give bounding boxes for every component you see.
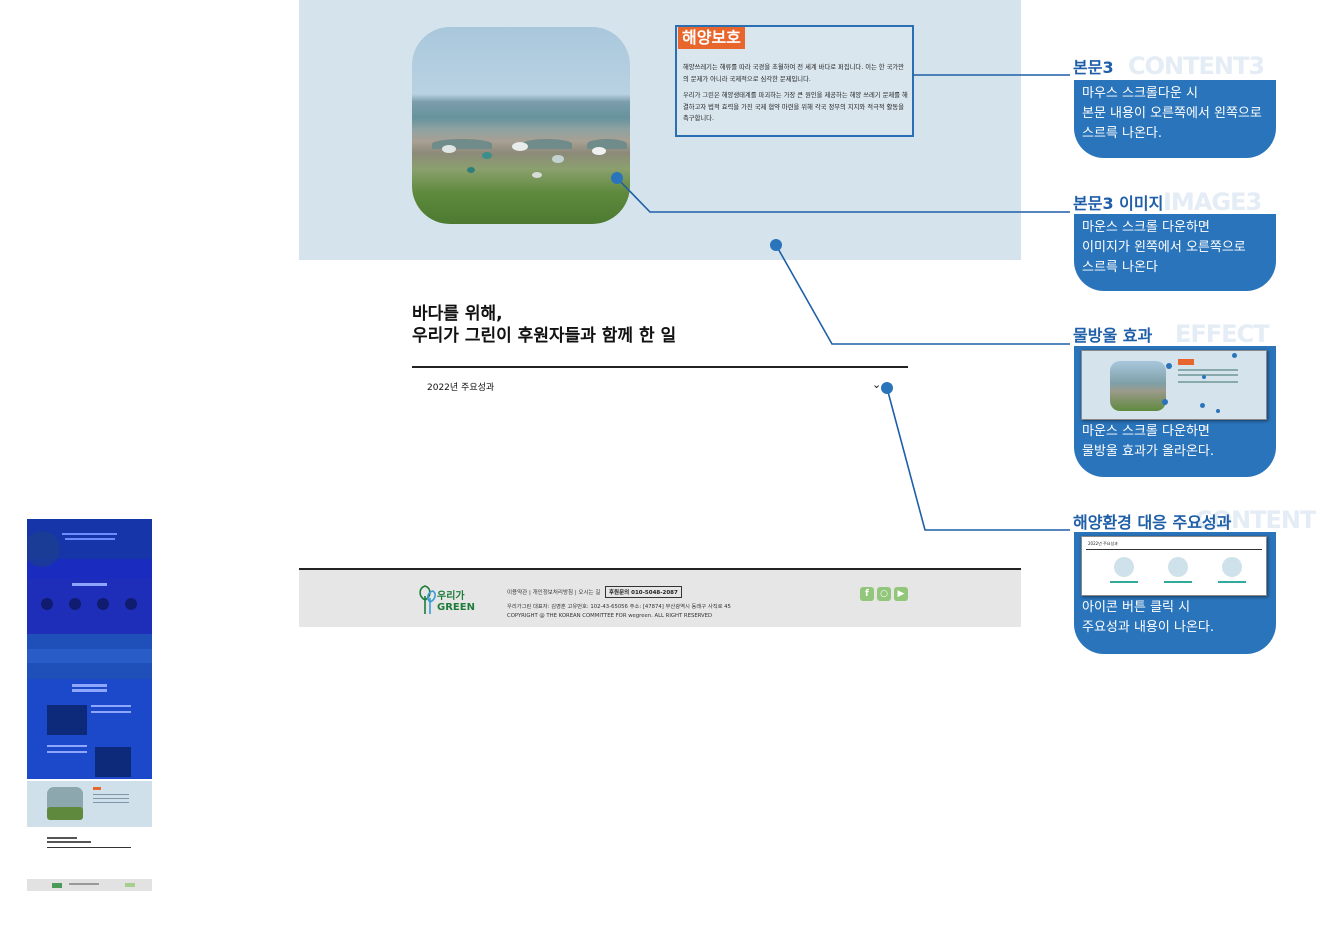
- annotation-desc: 물방울 효과가 올라온다.: [1082, 444, 1214, 459]
- annotation-desc: 스르륵 나온다.: [1082, 126, 1163, 141]
- annotation-desc: 본문 내용이 오른쪽에서 왼쪽으로: [1082, 106, 1262, 121]
- achievements-preview-label: 2022년 주요성과: [1088, 541, 1118, 546]
- annotation-desc: 마운스 스크롤 다운하면: [1082, 424, 1210, 439]
- annotation-bubble: 마우스 스크롤다운 시 본문 내용이 오른쪽에서 왼쪽으로 스르륵 나온다.: [1074, 80, 1276, 158]
- annotation-dot: [881, 382, 893, 394]
- annotation-desc: 아이콘 버튼 클릭 시: [1082, 600, 1191, 615]
- annotation-title: 물방울 효과: [1073, 326, 1153, 345]
- annotation-desc: 주요성과 내용이 나온다.: [1082, 620, 1214, 635]
- annotation-desc: 마운스 스크롤 다운하면: [1082, 220, 1210, 235]
- annotation-ghost-text: EFFECT: [1175, 320, 1270, 348]
- annotation-title: 본문3 이미지: [1073, 194, 1164, 213]
- annotation-title: 해양환경 대응 주요성과: [1073, 513, 1232, 532]
- achievements-preview: 2022년 주요성과: [1081, 536, 1267, 596]
- effect-preview: [1081, 350, 1267, 420]
- annotation-ghost-text: IMAGE3: [1163, 188, 1262, 216]
- full-page-thumbnail: [27, 519, 152, 891]
- annotation-dot: [611, 172, 623, 184]
- annotation-desc: 마우스 스크롤다운 시: [1082, 86, 1198, 101]
- annotation-bubble: 마운스 스크롤 다운하면 이미지가 왼쪽에서 오른쪽으로 스르륵 나온다: [1074, 214, 1276, 291]
- annotation-desc: 이미지가 왼쪽에서 오른쪽으로: [1082, 240, 1246, 255]
- annotation-desc: 스르륵 나온다: [1082, 260, 1158, 275]
- annotation-dot: [770, 239, 782, 251]
- annotation-ghost-text: CONTENT3: [1128, 52, 1265, 80]
- annotation-title: 본문3: [1073, 58, 1114, 77]
